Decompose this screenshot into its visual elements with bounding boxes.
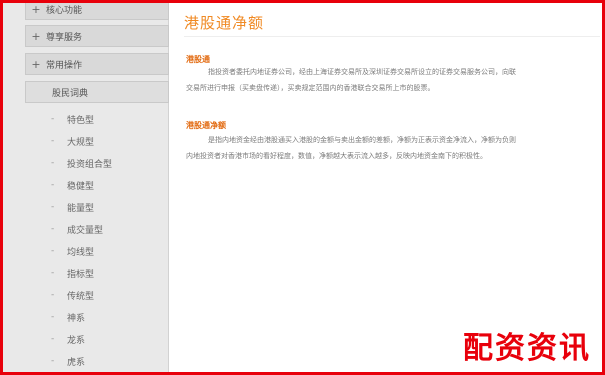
page-title: 港股通净额 xyxy=(184,14,265,32)
submenu-item[interactable]: - 大规型 xyxy=(51,130,169,152)
submenu-item-label: 龙系 xyxy=(67,335,86,346)
section-heading: 港股通净额 xyxy=(186,121,226,130)
plus-icon: + xyxy=(31,29,41,43)
watermark-logo: 配资资讯 xyxy=(463,331,591,366)
dash-icon: - xyxy=(51,180,55,190)
submenu-item-label: 指标型 xyxy=(67,269,95,280)
submenu-item[interactable]: - 成交量型 xyxy=(51,218,169,240)
submenu-item[interactable]: - 神系 xyxy=(51,306,169,328)
menu-group-premium[interactable]: + 尊享服务 xyxy=(25,25,169,47)
menu-group-label: 股民词典 xyxy=(52,88,89,99)
menu-group-label: 常用操作 xyxy=(46,60,83,71)
dash-icon: - xyxy=(51,290,55,300)
paragraph-line: 交易所进行申报（买卖盘传递），买卖规定范围内的香港联合交易所上市的股票。 xyxy=(186,84,435,92)
submenu-item-label: 能量型 xyxy=(67,203,95,214)
dash-icon: - xyxy=(51,202,55,212)
submenu-item[interactable]: - 龙系 xyxy=(51,328,169,350)
paragraph-line: 指投资者委托内地证券公司，经由上海证券交易所及深圳证券交易所设立的证券交易服务公… xyxy=(208,68,516,76)
submenu-item-label: 均线型 xyxy=(67,247,95,258)
submenu-item-label: 投资组合型 xyxy=(67,159,113,170)
menu-group-label: 尊享服务 xyxy=(46,32,83,43)
submenu-item[interactable]: - 传统型 xyxy=(51,284,169,306)
paragraph-line: 内地投资者对香港市场的看好程度，数值，净额越大表示流入越多，反映内地资金南下的积… xyxy=(186,152,487,160)
submenu-item-label: 虎系 xyxy=(67,357,86,368)
submenu-item-label: 神系 xyxy=(67,313,86,324)
submenu-item-label: 成交量型 xyxy=(67,225,104,236)
dash-icon: - xyxy=(51,114,55,124)
submenu-item[interactable]: - 稳健型 xyxy=(51,174,169,196)
dash-icon: - xyxy=(51,268,55,278)
menu-group-common[interactable]: + 常用操作 xyxy=(25,53,169,75)
paragraph-line: 是指内地资金经由港股通买入港股的金额与卖出金额的差额，净额为正表示资金净流入，净… xyxy=(208,136,516,144)
submenu-item[interactable]: - 均线型 xyxy=(51,240,169,262)
submenu-item[interactable]: - 能量型 xyxy=(51,196,169,218)
dash-icon: - xyxy=(51,334,55,344)
submenu: - 特色型 - 大规型 - 投资组合型 - 稳健型 - 能量型 - 成交量型 - 均线型 - 指… xyxy=(51,108,169,372)
title-divider xyxy=(184,36,600,37)
plus-icon: + xyxy=(31,2,41,16)
dash-icon: - xyxy=(51,312,55,322)
plus-icon: + xyxy=(31,57,41,71)
content-pane: 港股通净额 港股通 指投资者委托内地证券公司，经由上海证券交易所及深圳证券交易所… xyxy=(170,0,602,372)
section-heading: 港股通 xyxy=(186,55,210,64)
submenu-item[interactable]: - 指标型 xyxy=(51,262,169,284)
dash-icon: - xyxy=(51,136,55,146)
submenu-item-label: 特色型 xyxy=(67,115,95,126)
submenu-item[interactable]: - 投资组合型 xyxy=(51,152,169,174)
dash-icon: - xyxy=(51,246,55,256)
dash-icon: - xyxy=(51,356,55,366)
menu-group-label: 核心功能 xyxy=(46,5,83,16)
dash-icon: - xyxy=(51,224,55,234)
sidebar: + 核心功能 + 尊享服务 + 常用操作 股民词典 - 特色型 - 大规型 - 投资组… xyxy=(3,0,169,372)
submenu-item[interactable]: - 虎系 xyxy=(51,350,169,372)
submenu-item-label: 大规型 xyxy=(67,137,95,148)
dash-icon: - xyxy=(51,158,55,168)
submenu-item-label: 稳健型 xyxy=(67,181,95,192)
submenu-item-label: 传统型 xyxy=(67,291,95,302)
menu-group-core[interactable]: + 核心功能 xyxy=(25,0,169,20)
submenu-item[interactable]: - 特色型 xyxy=(51,108,169,130)
menu-group-dictionary[interactable]: 股民词典 xyxy=(25,81,169,103)
